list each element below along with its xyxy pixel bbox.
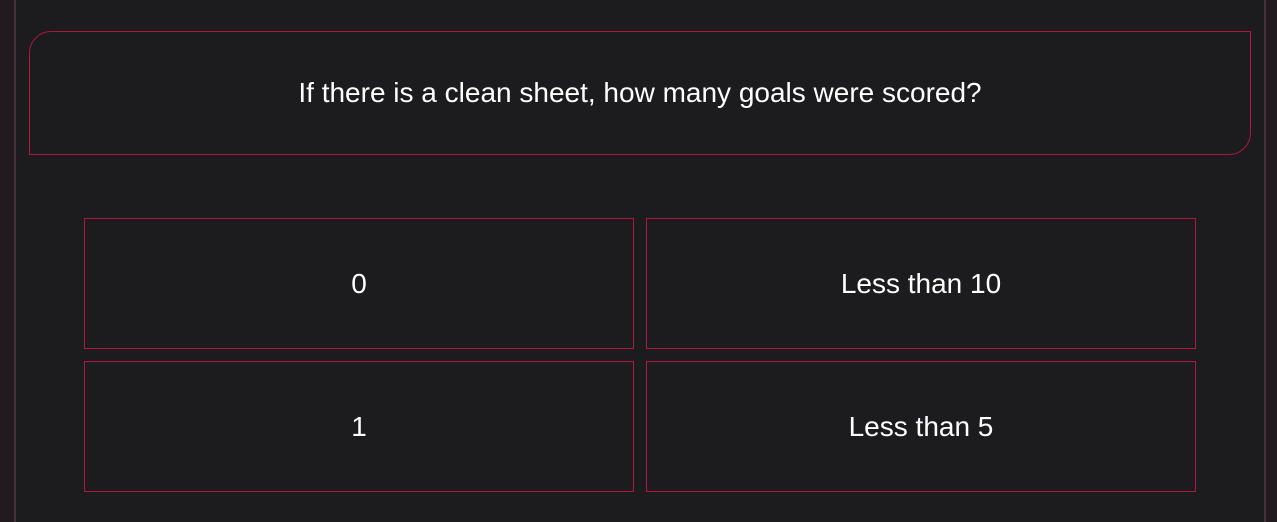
answer-label: 1 bbox=[351, 410, 367, 442]
right-side-panel bbox=[1266, 0, 1277, 522]
answer-label: 0 bbox=[351, 267, 367, 299]
left-side-panel bbox=[0, 0, 14, 522]
answer-label: Less than 5 bbox=[848, 410, 994, 442]
answer-label: Less than 10 bbox=[840, 267, 1002, 299]
answer-option-2[interactable]: Less than 10 bbox=[646, 218, 1196, 349]
question-text: If there is a clean sheet, how many goal… bbox=[298, 77, 982, 108]
answer-option-4[interactable]: Less than 5 bbox=[646, 361, 1196, 492]
answer-option-1[interactable]: 0 bbox=[84, 218, 634, 349]
question-card: If there is a clean sheet, how many goal… bbox=[29, 31, 1251, 155]
left-divider bbox=[14, 0, 16, 522]
answer-option-3[interactable]: 1 bbox=[84, 361, 634, 492]
